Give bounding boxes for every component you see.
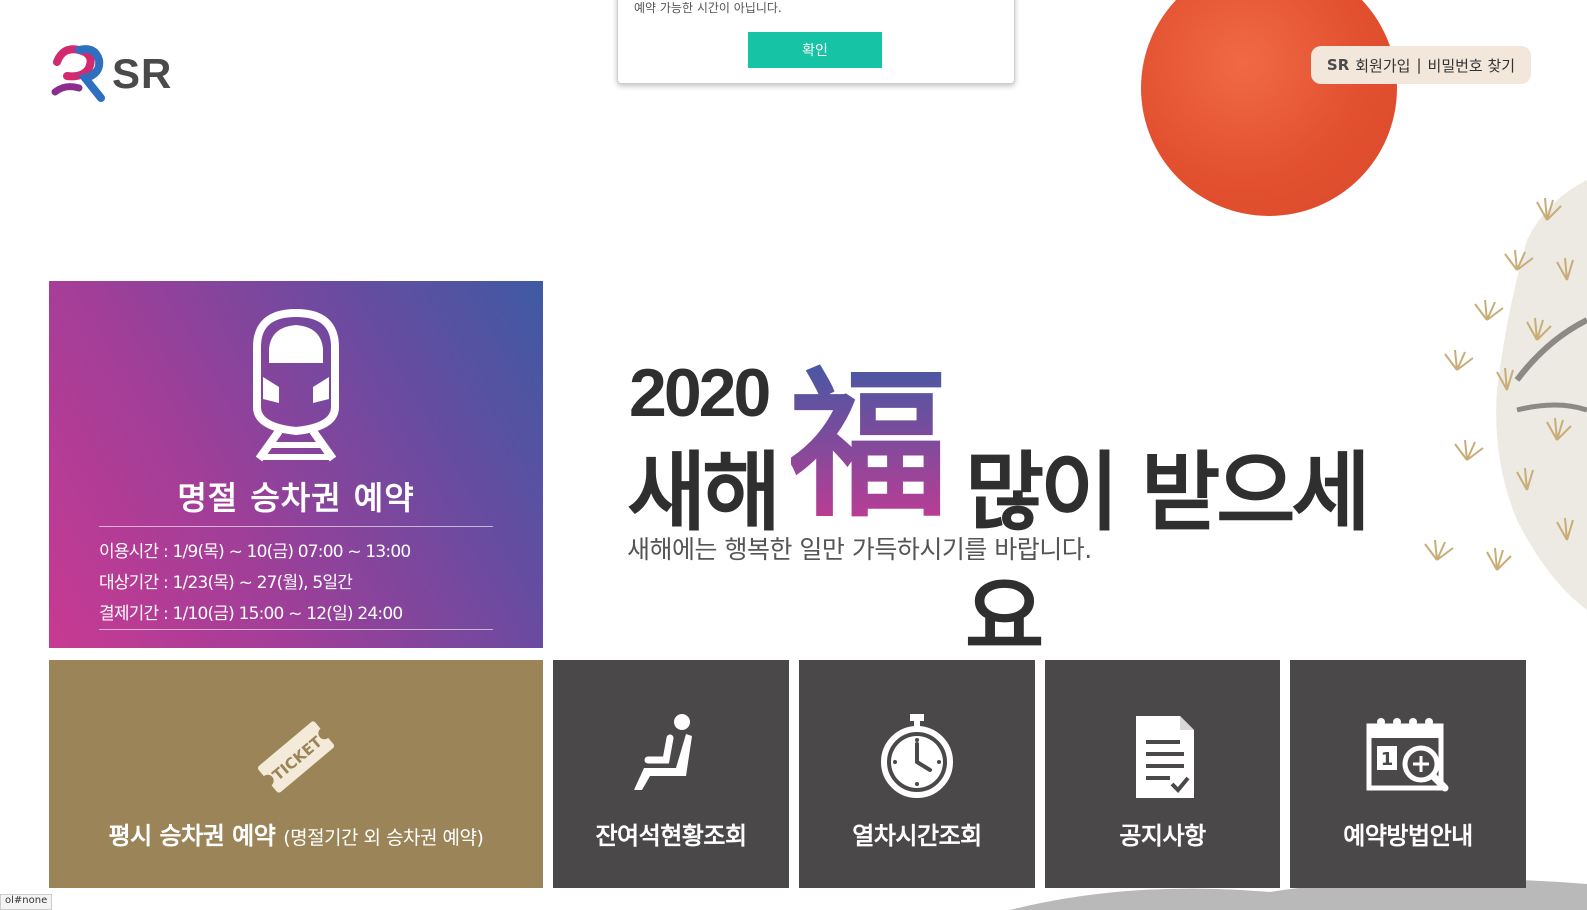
alert-dialog: 예약 가능한 시간이 아닙니다. 확인 — [617, 0, 1015, 84]
find-password-link[interactable]: 비밀번호 찾기 — [1428, 55, 1516, 76]
logo-text: SR — [112, 50, 173, 97]
calendar-search-icon: 1 — [1366, 718, 1449, 792]
train-timetable-label: 열차시간조회 — [852, 822, 982, 850]
ticket-icon: TICKET — [257, 721, 335, 793]
promo-target-period: 대상기간 : 1/23(목) ~ 27(월), 5일간 — [99, 573, 353, 593]
sun-decoration — [1141, 0, 1397, 216]
regular-ticket-title: 평시 승차권 예약 — [108, 822, 276, 850]
signup-link[interactable]: 회원가입 — [1355, 55, 1410, 76]
confirm-button[interactable]: 확인 — [748, 32, 882, 68]
regular-ticket-reservation-tile[interactable]: TICKET 평시 승차권 예약 (명절기간 외 승차권 예약) — [49, 660, 543, 888]
holiday-ticket-reservation-card[interactable]: 명절 승차권 예약 이용시간 : 1/9(목) ~ 10(금) 07:00 ~ … — [49, 281, 543, 648]
status-bar-url: ol#none — [0, 894, 53, 910]
seat-availability-tile[interactable]: 잔여석현황조회 — [553, 660, 789, 888]
promo-divider-bottom — [99, 629, 493, 630]
notice-label: 공지사항 — [1119, 822, 1206, 850]
promo-info: 이용시간 : 1/9(목) ~ 10(금) 07:00 ~ 13:00 대상기간… — [99, 537, 411, 630]
seat-icon — [634, 714, 692, 790]
reservation-guide-tile[interactable]: 1 예약방법안내 — [1290, 660, 1526, 888]
regular-ticket-subtitle: (명절기간 외 승차권 예약) — [283, 827, 484, 849]
reservation-guide-label: 예약방법안내 — [1343, 822, 1473, 850]
notice-tile[interactable]: 공지사항 — [1045, 660, 1280, 888]
promo-title: 명절 승차권 예약 — [177, 479, 415, 517]
top-links-bar: SR 회원가입 | 비밀번호 찾기 — [1311, 46, 1531, 84]
promo-usage-time: 이용시간 : 1/9(목) ~ 10(금) 07:00 ~ 13:00 — [99, 542, 411, 562]
regular-ticket-label: 평시 승차권 예약 (명절기간 외 승차권 예약) — [49, 816, 543, 851]
promo-payment-period: 결제기간 : 1/10(금) 15:00 ~ 12(일) 24:00 — [99, 604, 403, 624]
banner-word-new-year: 새해 — [627, 443, 781, 543]
stopwatch-icon — [881, 714, 953, 798]
promo-divider-top — [99, 526, 493, 527]
bok-character: 福 — [791, 356, 945, 522]
dialog-message: 예약 가능한 시간이 아닙니다. — [634, 1, 782, 15]
bok-text: 福 — [791, 356, 945, 522]
svg-text:1: 1 — [1381, 749, 1394, 770]
banner-subtitle: 새해에는 행복한 일만 가득하시기를 바랍니다. — [627, 535, 1092, 564]
new-year-banner: 2020 새해 福 많이 받으세요 새해에는 행복한 일만 가득하시기를 바랍니… — [627, 350, 1437, 668]
link-separator: | — [1416, 56, 1422, 74]
sr-mark: SR — [1326, 56, 1350, 74]
document-icon — [1135, 716, 1194, 798]
seat-availability-label: 잔여석현황조회 — [595, 822, 747, 850]
train-icon — [253, 308, 339, 462]
banner-year: 2020 — [629, 355, 771, 431]
train-timetable-tile[interactable]: 열차시간조회 — [799, 660, 1035, 888]
